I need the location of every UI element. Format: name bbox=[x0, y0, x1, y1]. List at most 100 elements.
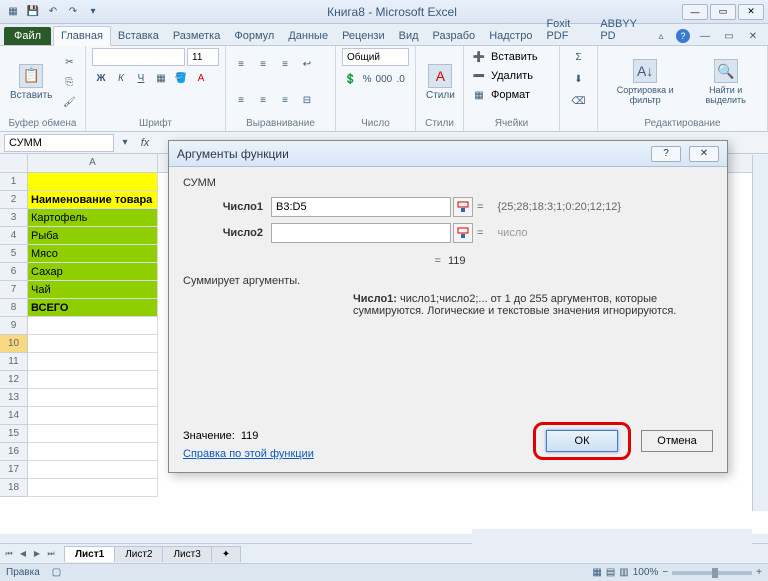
view-normal-icon[interactable]: ▦ bbox=[592, 567, 601, 578]
row-header[interactable]: 16 bbox=[0, 443, 28, 461]
row-header[interactable]: 15 bbox=[0, 425, 28, 443]
file-tab[interactable]: Файл bbox=[4, 27, 51, 45]
cell-A4[interactable]: Рыба bbox=[28, 227, 158, 245]
col-header-A[interactable]: A bbox=[28, 154, 158, 172]
font-combo[interactable] bbox=[92, 48, 185, 66]
cells-delete[interactable]: ➖Удалить bbox=[470, 67, 553, 85]
zoom-slider[interactable] bbox=[672, 571, 752, 575]
currency-icon[interactable]: 💲 bbox=[342, 70, 359, 88]
cell[interactable] bbox=[28, 317, 158, 335]
row-header[interactable]: 6 bbox=[0, 263, 28, 281]
numfmt-combo[interactable]: Общий bbox=[342, 48, 409, 66]
select-all[interactable] bbox=[0, 154, 28, 172]
cells-format[interactable]: ▦Формат bbox=[470, 86, 553, 104]
cell-A2[interactable]: Наименование товара bbox=[28, 191, 158, 209]
macro-record-icon[interactable]: ▢ bbox=[52, 567, 61, 578]
cell-A6[interactable]: Сахар bbox=[28, 263, 158, 281]
arg2-range-button[interactable] bbox=[453, 223, 473, 243]
tab-foxit[interactable]: Foxit PDF bbox=[539, 15, 593, 45]
fontsize-combo[interactable]: 11 bbox=[187, 48, 219, 66]
view-layout-icon[interactable]: ▤ bbox=[606, 567, 615, 578]
cancel-button[interactable]: Отмена bbox=[641, 430, 713, 452]
cell[interactable] bbox=[28, 479, 158, 497]
help-icon[interactable]: ? bbox=[676, 29, 690, 43]
clear-icon[interactable]: ⌫ bbox=[570, 92, 588, 110]
border-icon[interactable]: ▦ bbox=[152, 69, 170, 87]
fx-icon[interactable]: fx bbox=[136, 137, 154, 149]
cells-insert[interactable]: ➕Вставить bbox=[470, 48, 553, 66]
arg2-input[interactable] bbox=[271, 223, 451, 243]
autosum-icon[interactable]: Σ bbox=[570, 48, 588, 66]
sort-button[interactable]: A↓ Сортировка и фильтр bbox=[604, 57, 686, 107]
row-header[interactable]: 3 bbox=[0, 209, 28, 227]
ribbon-min-icon[interactable]: ▵ bbox=[652, 27, 670, 45]
sheet-tab-1[interactable]: Лист1 bbox=[64, 546, 115, 562]
row-header[interactable]: 14 bbox=[0, 407, 28, 425]
excel-icon[interactable]: ▦ bbox=[4, 3, 22, 21]
align-c-icon[interactable]: ≡ bbox=[254, 91, 272, 109]
cell-A8[interactable]: ВСЕГО bbox=[28, 299, 158, 317]
italic-icon[interactable]: К bbox=[112, 69, 130, 87]
cell-A5[interactable]: Мясо bbox=[28, 245, 158, 263]
wrap-icon[interactable]: ↩ bbox=[298, 55, 316, 73]
cell[interactable] bbox=[28, 353, 158, 371]
dialog-help-button[interactable]: ? bbox=[651, 146, 681, 162]
align-tl-icon[interactable]: ≡ bbox=[232, 55, 250, 73]
dialog-titlebar[interactable]: Аргументы функции ? ✕ bbox=[169, 141, 727, 167]
align-tc-icon[interactable]: ≡ bbox=[254, 55, 272, 73]
maximize-button[interactable]: ▭ bbox=[710, 4, 736, 20]
row-header[interactable]: 8 bbox=[0, 299, 28, 317]
copy-icon[interactable]: ⎘ bbox=[60, 73, 78, 91]
row-header[interactable]: 1 bbox=[0, 173, 28, 191]
row-header[interactable]: 9 bbox=[0, 317, 28, 335]
cell[interactable] bbox=[28, 407, 158, 425]
zoom-value[interactable]: 100% bbox=[633, 567, 659, 578]
arg1-input[interactable] bbox=[271, 197, 451, 217]
merge-icon[interactable]: ⊟ bbox=[298, 91, 316, 109]
tab-view[interactable]: Вид bbox=[392, 27, 426, 45]
sheet-nav-last-icon[interactable]: ⏭ bbox=[44, 547, 58, 561]
tab-addins[interactable]: Надстро bbox=[482, 27, 539, 45]
row-header[interactable]: 17 bbox=[0, 461, 28, 479]
tab-home[interactable]: Главная bbox=[53, 26, 111, 46]
row-header[interactable]: 12 bbox=[0, 371, 28, 389]
save-icon[interactable]: 💾 bbox=[24, 3, 42, 21]
view-break-icon[interactable]: ▥ bbox=[619, 567, 628, 578]
fontcolor-icon[interactable]: A bbox=[192, 69, 210, 87]
row-header[interactable]: 2 bbox=[0, 191, 28, 209]
styles-button[interactable]: A Стили bbox=[422, 62, 459, 103]
close-button[interactable]: ✕ bbox=[738, 4, 764, 20]
sheet-nav-prev-icon[interactable]: ◀ bbox=[16, 547, 30, 561]
doc-min-icon[interactable]: — bbox=[696, 27, 714, 45]
find-button[interactable]: 🔍 Найти и выделить bbox=[690, 57, 761, 107]
fill-down-icon[interactable]: ⬇ bbox=[570, 70, 588, 88]
minimize-button[interactable]: — bbox=[682, 4, 708, 20]
tab-abbyy[interactable]: ABBYY PD bbox=[593, 15, 652, 45]
ok-button[interactable]: ОК bbox=[546, 430, 618, 452]
name-box[interactable]: СУММ bbox=[4, 134, 114, 152]
cell[interactable] bbox=[28, 443, 158, 461]
format-painter-icon[interactable]: 🖌 bbox=[60, 93, 78, 111]
row-header[interactable]: 18 bbox=[0, 479, 28, 497]
function-help-link[interactable]: Справка по этой функции bbox=[183, 448, 314, 460]
cell-A3[interactable]: Картофель bbox=[28, 209, 158, 227]
cell-A7[interactable]: Чай bbox=[28, 281, 158, 299]
arg1-range-button[interactable] bbox=[453, 197, 473, 217]
doc-close-icon[interactable]: ✕ bbox=[744, 27, 762, 45]
tab-formulas[interactable]: Формул bbox=[227, 27, 281, 45]
doc-restore-icon[interactable]: ▭ bbox=[720, 27, 738, 45]
paste-button[interactable]: 📋 Вставить bbox=[6, 62, 56, 103]
row-header[interactable]: 11 bbox=[0, 353, 28, 371]
tab-data[interactable]: Данные bbox=[281, 27, 335, 45]
underline-icon[interactable]: Ч bbox=[132, 69, 150, 87]
comma-icon[interactable]: 000 bbox=[376, 70, 393, 88]
horizontal-scrollbar[interactable] bbox=[472, 529, 752, 545]
row-header[interactable]: 5 bbox=[0, 245, 28, 263]
sheet-nav-first-icon[interactable]: ⏮ bbox=[2, 547, 16, 561]
tab-review[interactable]: Рецензи bbox=[335, 27, 392, 45]
vertical-scrollbar[interactable] bbox=[752, 155, 768, 511]
align-l-icon[interactable]: ≡ bbox=[232, 91, 250, 109]
cell[interactable] bbox=[28, 461, 158, 479]
sheet-nav-next-icon[interactable]: ▶ bbox=[30, 547, 44, 561]
redo-icon[interactable]: ↷ bbox=[64, 3, 82, 21]
